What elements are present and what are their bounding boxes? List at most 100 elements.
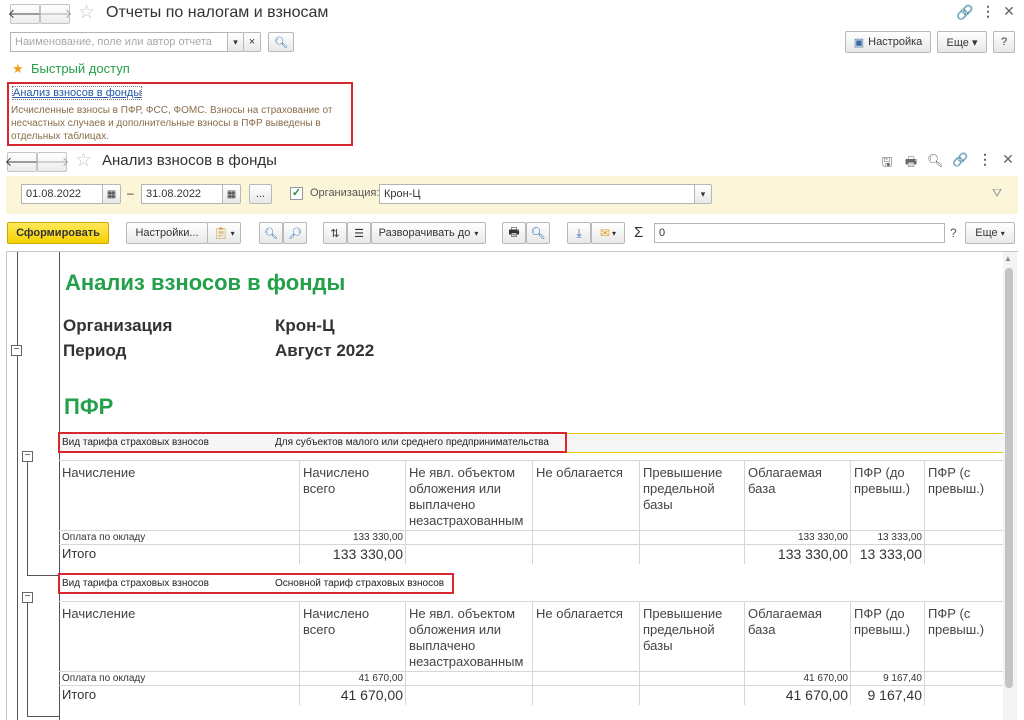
- report-favorite-star-icon[interactable]: ☆: [75, 149, 92, 172]
- more-vertical-icon[interactable]: ⋮: [980, 3, 996, 20]
- clipboard-icon: 📋︎: [213, 226, 229, 240]
- sum-pfr: 9 167,40: [867, 687, 923, 703]
- report-back-button[interactable]: 🡐: [5, 152, 39, 172]
- row-pfr: 9 167,40: [883, 673, 922, 684]
- report-link-icon[interactable]: 🔗: [952, 152, 968, 168]
- link-icon[interactable]: 🔗: [956, 4, 973, 21]
- period-label: Период: [63, 341, 127, 360]
- report-forward-button[interactable]: 🡒: [34, 152, 70, 172]
- find-icon: 🔍︎: [264, 227, 278, 240]
- sum-name: Итого: [62, 546, 97, 561]
- organization-label: Организация:: [310, 187, 380, 199]
- generate-button[interactable]: Сформировать: [7, 222, 109, 244]
- preview-icon[interactable]: 🔍︎: [927, 153, 944, 169]
- row-base: 133 330,00: [797, 532, 848, 543]
- report-more-vertical-icon[interactable]: ⋮: [977, 151, 993, 168]
- scrollbar-thumb[interactable]: [1005, 268, 1013, 688]
- more-button[interactable]: Еще ▾: [937, 31, 987, 53]
- quick-access-description: Исчисленные взносы в ПФР, ФСС, ФОМС. Взн…: [11, 105, 333, 142]
- date-from-calendar-button[interactable]: ▦: [102, 184, 121, 204]
- header-exempt: Не облагается: [536, 606, 623, 621]
- header-excess: Превышение предельной базы: [643, 465, 723, 512]
- header-pfr-after: ПФР (с превыш.): [928, 606, 985, 637]
- organization-field[interactable]: Крон-Ц: [379, 184, 695, 204]
- help-button[interactable]: ?: [993, 31, 1015, 53]
- organization-dropdown-button[interactable]: ▾: [694, 184, 712, 204]
- forward-button[interactable]: 🡒: [37, 4, 73, 24]
- close-icon[interactable]: ✕: [1001, 3, 1017, 20]
- download-icon: ⤓: [576, 225, 582, 240]
- calendar-icon: ▦: [106, 188, 117, 200]
- settings-icon: ▣: [853, 36, 865, 49]
- save-icon[interactable]: 🖫: [879, 153, 895, 175]
- header-total: Начислено всего: [303, 606, 370, 637]
- collapse-toggle[interactable]: −: [22, 592, 33, 603]
- toolbar-help-button[interactable]: ?: [950, 226, 957, 240]
- sum-base: 41 670,00: [785, 687, 848, 703]
- header-excess: Превышение предельной базы: [643, 606, 723, 653]
- back-button[interactable]: 🡐: [8, 4, 42, 24]
- date-to-calendar-button[interactable]: ▦: [222, 184, 241, 204]
- filter-icon[interactable]: ⛛: [989, 186, 1005, 201]
- date-dash: –: [127, 186, 134, 200]
- arrow-right-icon: 🡒: [34, 154, 70, 169]
- report-settings-button[interactable]: Настройки...: [126, 222, 208, 244]
- date-to-field[interactable]: 31.08.2022: [141, 184, 223, 204]
- org-value: Крон-Ц: [275, 316, 335, 335]
- report-window-title: Анализ взносов в фонды: [102, 152, 277, 169]
- header-accrual: Начисление: [62, 465, 136, 480]
- search-button[interactable]: 🔍︎: [268, 32, 294, 52]
- group-button[interactable]: ☰: [347, 222, 371, 244]
- print-icon[interactable]: 🖶: [903, 153, 919, 175]
- variants-button[interactable]: 📋︎ ▾: [207, 222, 241, 244]
- export-button[interactable]: ⤓: [567, 222, 591, 244]
- header-non-object: Не явл. объектом обложения или выплачено…: [409, 606, 524, 669]
- quick-access-link[interactable]: Анализ взносов в фонды: [12, 86, 143, 100]
- preview-icon: 🔍︎: [530, 226, 546, 240]
- report-close-icon[interactable]: ✕: [1000, 151, 1016, 168]
- header-pfr-before: ПФР (до превыш.): [854, 606, 911, 637]
- calendar-icon: ▦: [226, 188, 237, 200]
- collapse-toggle[interactable]: −: [22, 451, 33, 462]
- row-pfr: 13 333,00: [877, 532, 923, 543]
- date-from-field[interactable]: 01.08.2022: [21, 184, 103, 204]
- sum-name: Итого: [62, 687, 97, 702]
- collapse-toggle[interactable]: −: [11, 345, 22, 356]
- report-area: − − − ▲ Анализ взносов в фонды Организац…: [6, 251, 1018, 720]
- sigma-icon: Σ: [634, 224, 644, 241]
- row-total: 133 330,00: [352, 532, 403, 543]
- send-email-button[interactable]: ✉ ▾: [591, 222, 625, 244]
- find-next-icon: 🔎︎: [288, 227, 302, 240]
- header-non-object: Не явл. объектом обложения или выплачено…: [409, 465, 524, 528]
- find-next-button[interactable]: 🔎︎: [283, 222, 307, 244]
- scroll-up-arrow-icon[interactable]: ▲: [1004, 254, 1012, 263]
- arrow-right-icon: 🡒: [37, 6, 73, 21]
- search-clear-button[interactable]: ×: [243, 32, 261, 52]
- sort-asc-button[interactable]: ⇅: [323, 222, 347, 244]
- report-title: Анализ взносов в фонды: [65, 270, 346, 295]
- expand-to-button[interactable]: Разворачивать до ▾: [371, 222, 486, 244]
- header-taxable-base: Облагаемая база: [748, 606, 822, 637]
- header-taxable-base: Облагаемая база: [748, 465, 822, 496]
- print-button[interactable]: 🖶: [502, 222, 526, 244]
- window-title: Отчеты по налогам и взносам: [106, 4, 329, 21]
- list-icon: ☰: [354, 227, 364, 240]
- row-base: 41 670,00: [803, 673, 849, 684]
- toolbar-more-button[interactable]: Еще ▾: [965, 222, 1015, 244]
- quick-access-label: Быстрый доступ: [31, 61, 130, 76]
- header-exempt: Не облагается: [536, 465, 623, 480]
- tariff-highlight: [58, 573, 454, 594]
- settings-button[interactable]: ▣ Настройка: [845, 31, 931, 53]
- sum-field[interactable]: 0: [654, 223, 945, 243]
- printer-icon: 🖶: [508, 224, 520, 239]
- sum-pfr: 13 333,00: [859, 546, 922, 562]
- find-button[interactable]: 🔍︎: [259, 222, 283, 244]
- period-select-button[interactable]: ...: [249, 184, 272, 204]
- header-accrual: Начисление: [62, 606, 136, 621]
- organization-checkbox[interactable]: ✓: [290, 187, 303, 200]
- favorite-star-icon[interactable]: ☆: [78, 1, 95, 24]
- search-dropdown-button[interactable]: ▾: [227, 32, 244, 52]
- preview-button[interactable]: 🔍︎: [526, 222, 550, 244]
- search-input[interactable]: Наименование, поле или автор отчета: [10, 32, 228, 52]
- sum-total: 41 670,00: [340, 687, 403, 703]
